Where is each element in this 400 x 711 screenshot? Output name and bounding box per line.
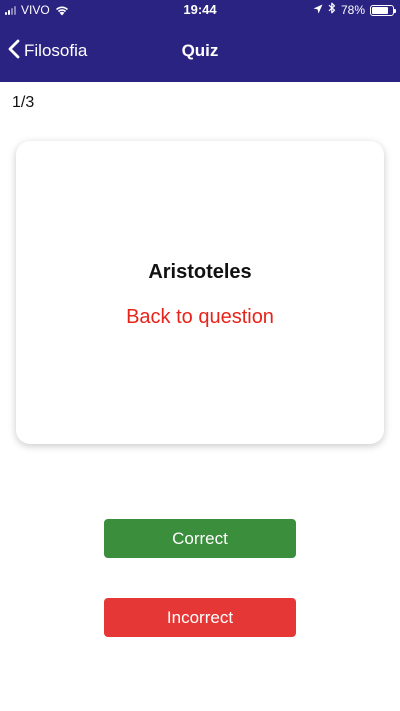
battery-icon <box>370 4 396 16</box>
back-to-question-link[interactable]: Back to question <box>126 306 274 329</box>
battery-percent: 78% <box>340 3 365 17</box>
chevron-left-icon <box>8 39 20 64</box>
navigation-bar: Filosofia Quiz <box>0 20 400 82</box>
location-arrow-icon <box>313 0 323 20</box>
answer-text: Aristoteles <box>148 260 252 283</box>
status-right: 78% <box>313 0 396 20</box>
bluetooth-icon <box>328 0 336 20</box>
battery-level-fill <box>372 6 388 14</box>
correct-button[interactable]: Correct <box>104 519 296 558</box>
status-bar: VIVO 19:44 78% <box>0 0 400 20</box>
back-button[interactable]: Filosofia <box>8 20 87 82</box>
incorrect-button[interactable]: Incorrect <box>104 598 296 637</box>
question-progress: 1/3 <box>12 94 35 111</box>
top-bar: VIVO 19:44 78% Filosofia Quiz <box>0 0 400 82</box>
back-button-label: Filosofia <box>24 41 88 60</box>
flashcard[interactable]: Aristoteles Back to question <box>16 141 384 444</box>
quiz-screen: VIVO 19:44 78% Filosofia Quiz 1/3 Aristo… <box>0 0 400 711</box>
